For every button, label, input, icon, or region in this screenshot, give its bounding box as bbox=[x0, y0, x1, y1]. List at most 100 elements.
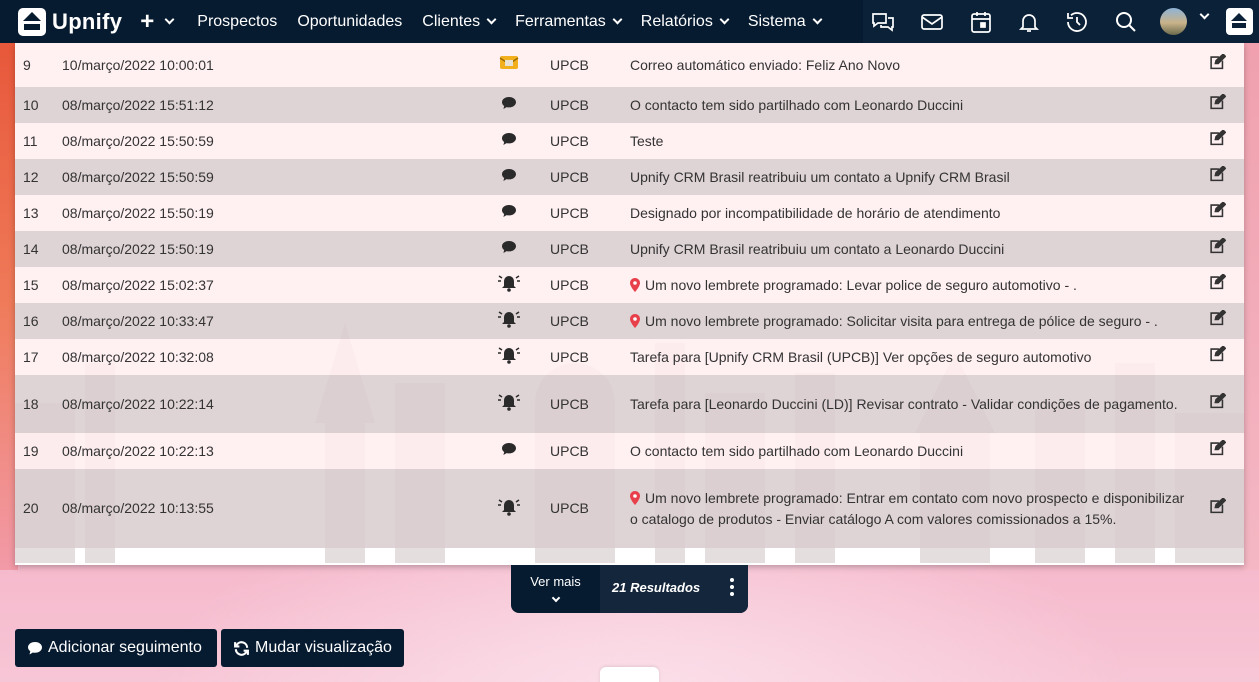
chevron-down-icon[interactable] bbox=[1199, 9, 1210, 20]
edit-icon bbox=[1209, 273, 1226, 290]
location-pin-icon bbox=[630, 313, 640, 328]
table-row[interactable]: 14 08/março/2022 15:50:19 UPCB Upnify CRM B… bbox=[15, 231, 1244, 267]
edit-button[interactable] bbox=[1190, 303, 1244, 339]
comment-icon bbox=[501, 132, 516, 145]
chat-icon[interactable] bbox=[871, 10, 895, 34]
edit-button[interactable] bbox=[1190, 267, 1244, 303]
row-date: 10/março/2022 10:00:01 bbox=[62, 43, 482, 87]
row-description-text: Correo automático enviado: Feliz Ano Nov… bbox=[630, 56, 901, 73]
row-user: UPCB bbox=[535, 159, 630, 195]
edit-icon bbox=[1209, 439, 1226, 456]
table-row[interactable]: 16 08/março/2022 10:33:47 UPCB Um novo lemb… bbox=[15, 303, 1244, 339]
row-date: 08/março/2022 10:22:14 bbox=[62, 375, 482, 433]
location-pin-icon bbox=[630, 490, 640, 505]
bell-icon[interactable] bbox=[1017, 10, 1041, 34]
edit-button[interactable] bbox=[1190, 87, 1244, 123]
quick-add-menu[interactable]: + bbox=[140, 8, 175, 36]
table-row[interactable]: 17 08/março/2022 10:32:08 UPCB Tarefa para … bbox=[15, 339, 1244, 375]
results-count: 21 Resultados bbox=[600, 565, 748, 613]
table-row[interactable]: 12 08/março/2022 15:50:59 UPCB Upnify CRM B… bbox=[15, 159, 1244, 195]
edit-icon bbox=[1209, 237, 1226, 254]
row-description: Upnify CRM Brasil reatribuiu um contato … bbox=[630, 231, 1190, 267]
nav-label: Ferramentas bbox=[515, 12, 606, 30]
see-more-label: Ver mais bbox=[530, 574, 581, 589]
row-description: Um novo lembrete programado: Solicitar v… bbox=[630, 303, 1190, 339]
comment-icon bbox=[28, 641, 42, 654]
row-user: UPCB bbox=[535, 123, 630, 159]
more-options-icon[interactable] bbox=[730, 578, 734, 599]
history-icon[interactable] bbox=[1065, 10, 1089, 34]
bell-icon bbox=[497, 311, 520, 328]
nav-item-relatorios[interactable]: Relatórios bbox=[640, 12, 730, 31]
table-row[interactable]: 18 08/março/2022 10:22:14 UPCB Tarefa para … bbox=[15, 375, 1244, 433]
bell-icon bbox=[497, 347, 520, 364]
edit-icon bbox=[1209, 309, 1226, 326]
edit-button[interactable] bbox=[1190, 159, 1244, 195]
edit-button[interactable] bbox=[1190, 339, 1244, 375]
row-user: UPCB bbox=[535, 195, 630, 231]
results-label: 21 Resultados bbox=[612, 580, 701, 595]
nav-item-ferramentas[interactable]: Ferramentas bbox=[515, 12, 623, 31]
row-number: 10 bbox=[15, 87, 62, 123]
nav-item-prospectos[interactable]: Prospectos bbox=[197, 13, 277, 31]
chevron-down-icon bbox=[612, 14, 623, 25]
change-view-button[interactable]: Mudar visualização bbox=[221, 629, 404, 667]
bell-icon bbox=[497, 498, 520, 516]
app-icon[interactable] bbox=[1226, 8, 1253, 35]
row-user: UPCB bbox=[535, 339, 630, 375]
row-description: Upnify CRM Brasil reatribuiu um contato … bbox=[630, 159, 1190, 195]
table-row[interactable]: 15 08/março/2022 15:02:37 UPCB Um novo lemb… bbox=[15, 267, 1244, 303]
row-number: 11 bbox=[15, 123, 62, 159]
edit-icon bbox=[1209, 496, 1226, 513]
mail-icon[interactable] bbox=[920, 10, 944, 34]
chevron-down-icon bbox=[551, 593, 560, 603]
add-followup-button[interactable]: Adicionar seguimento bbox=[15, 629, 217, 667]
edit-button[interactable] bbox=[1190, 123, 1244, 159]
row-description-text: Designado por incompatibilidade de horár… bbox=[630, 204, 1001, 221]
calendar-icon[interactable] bbox=[969, 10, 993, 34]
nav-label: Relatórios bbox=[640, 12, 713, 30]
chevron-down-icon bbox=[812, 14, 823, 25]
table-row[interactable]: 10 08/março/2022 15:51:12 UPCB O contacto t… bbox=[15, 87, 1244, 123]
table-row[interactable]: 11 08/março/2022 15:50:59 UPCB Teste bbox=[15, 123, 1244, 159]
chevron-down-icon bbox=[719, 14, 730, 25]
comment-icon bbox=[501, 96, 516, 109]
table-row[interactable]: 19 08/março/2022 10:22:13 UPCB O contacto t… bbox=[15, 433, 1244, 469]
row-description-text: O contacto tem sido partilhado com Leona… bbox=[630, 442, 964, 459]
edit-icon bbox=[1209, 129, 1226, 146]
row-date: 08/março/2022 15:50:59 bbox=[62, 159, 482, 195]
edit-button[interactable] bbox=[1190, 195, 1244, 231]
row-number: 20 bbox=[15, 469, 62, 548]
table-row[interactable]: 20 08/março/2022 10:13:55 UPCB Um novo lemb… bbox=[15, 469, 1244, 548]
table-row[interactable]: 13 08/março/2022 15:50:19 UPCB Designado po… bbox=[15, 195, 1244, 231]
refresh-icon bbox=[234, 640, 249, 656]
row-user: UPCB bbox=[535, 87, 630, 123]
edit-button[interactable] bbox=[1190, 469, 1244, 548]
nav-item-sistema[interactable]: Sistema bbox=[748, 13, 823, 31]
edit-button[interactable] bbox=[1190, 231, 1244, 267]
edit-icon bbox=[1209, 93, 1226, 110]
row-date: 08/março/2022 15:51:12 bbox=[62, 87, 482, 123]
row-description-text: Teste bbox=[630, 132, 664, 149]
bottom-drawer-handle[interactable] bbox=[600, 667, 659, 682]
row-number: 13 bbox=[15, 195, 62, 231]
row-number: 19 bbox=[15, 433, 62, 469]
search-icon[interactable] bbox=[1114, 10, 1138, 34]
avatar[interactable] bbox=[1160, 8, 1187, 35]
table-row[interactable]: 9 10/março/2022 10:00:01 UPCB Correo automá… bbox=[15, 43, 1244, 87]
row-date: 08/março/2022 15:50:19 bbox=[62, 195, 482, 231]
row-date: 08/março/2022 10:13:55 bbox=[62, 469, 482, 548]
nav-item-oportunidades[interactable]: Oportunidades bbox=[297, 13, 402, 31]
edit-icon bbox=[1209, 392, 1226, 409]
comment-icon bbox=[501, 240, 516, 253]
row-description: Teste bbox=[630, 123, 1190, 159]
row-description-text: Um novo lembrete programado: Solicitar v… bbox=[645, 312, 1158, 329]
see-more-button[interactable]: Ver mais bbox=[511, 565, 600, 613]
edit-button[interactable] bbox=[1190, 433, 1244, 469]
row-user: UPCB bbox=[535, 375, 630, 433]
edit-button[interactable] bbox=[1190, 43, 1244, 87]
edit-button[interactable] bbox=[1190, 375, 1244, 433]
nav-item-clientes[interactable]: Clientes bbox=[422, 13, 497, 31]
brand-logo[interactable]: Upnify bbox=[18, 7, 122, 36]
row-description: O contacto tem sido partilhado com Leona… bbox=[630, 87, 1190, 123]
